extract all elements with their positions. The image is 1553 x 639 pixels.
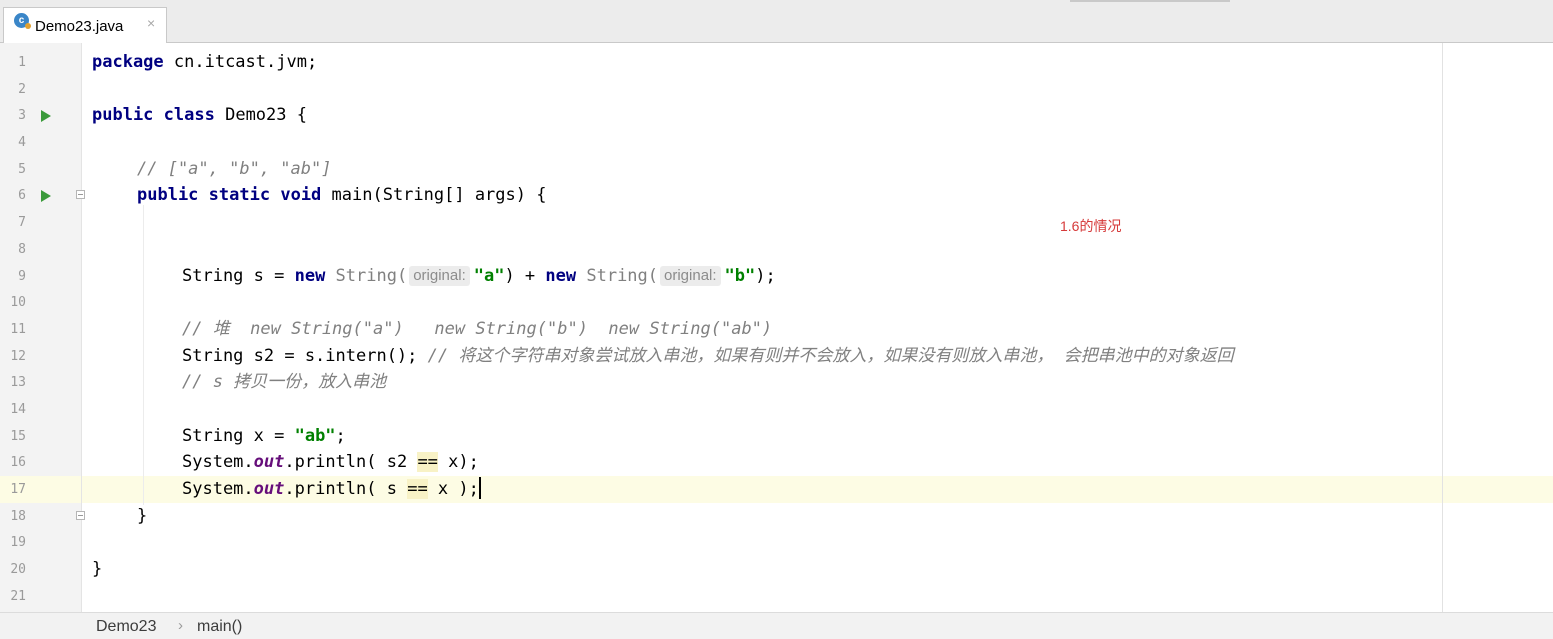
- operator-highlight: ==: [417, 452, 438, 472]
- operator-highlight: ==: [407, 479, 428, 499]
- code-text: String s2 = s.intern();: [182, 346, 428, 366]
- close-icon[interactable]: ×: [147, 15, 155, 31]
- line-number: 8: [18, 242, 26, 257]
- tab-title: Demo23.java: [35, 18, 124, 35]
- code-text: ;: [335, 426, 346, 446]
- code-text: ) +: [504, 266, 546, 286]
- parameter-hint: original:: [660, 266, 721, 286]
- code-comment: // 堆 new String("a") new String("b") new…: [182, 319, 773, 339]
- breadcrumb-separator: ›: [178, 617, 183, 634]
- text-caret: [478, 477, 481, 499]
- code-text: String x =: [182, 426, 295, 446]
- code-text: String(: [576, 266, 659, 286]
- code-line[interactable]: // 堆 new String("a") new String("b") new…: [0, 316, 1553, 343]
- code-comment: // ["a", "b", "ab"]: [137, 159, 332, 179]
- code-line[interactable]: String s = new String(original: "a") + ne…: [0, 263, 1553, 290]
- static-field: out: [253, 479, 285, 499]
- code-line[interactable]: String x = "ab";: [0, 423, 1553, 450]
- code-text: String(: [325, 266, 408, 286]
- java-class-icon: c: [14, 13, 31, 29]
- line-number: 21: [10, 589, 26, 604]
- code-comment: // s 拷贝一份，放入串池: [182, 372, 387, 392]
- code-text: System.: [182, 479, 254, 499]
- keyword: new: [294, 266, 326, 286]
- code-line[interactable]: public class Demo23 {: [0, 102, 1553, 129]
- static-field: out: [253, 452, 285, 472]
- code-editor[interactable]: 1 2 3 4 5 6 7 8 9 10 11 12 13 14 15 16 1…: [0, 43, 1553, 612]
- line-number: 19: [10, 535, 26, 550]
- code-text: System.: [182, 452, 254, 472]
- code-comment: // 将这个字符串对象尝试放入串池，如果有则并不会放入，如果没有则放入串池， 会…: [427, 346, 1234, 366]
- window-edge-line: [1070, 0, 1230, 2]
- code-text: .println( s2: [284, 452, 418, 472]
- java-class-icon-letter: c: [18, 15, 25, 26]
- keyword: public: [92, 105, 154, 125]
- code-text: }: [92, 559, 103, 579]
- code-line[interactable]: System.out.println( s2 == x);: [0, 449, 1553, 476]
- keyword: class: [163, 105, 215, 125]
- code-line[interactable]: String s2 = s.intern(); // 将这个字符串对象尝试放入串…: [0, 343, 1553, 370]
- string-literal: "a": [473, 266, 505, 286]
- editor-tab-bar: c Demo23.java ×: [0, 0, 1553, 43]
- code-line-current[interactable]: System.out.println( s == x );: [0, 476, 1553, 503]
- code-text: .println( s: [284, 479, 408, 499]
- code-text: );: [755, 266, 776, 286]
- code-line[interactable]: }: [0, 556, 1553, 583]
- line-number: 10: [10, 295, 26, 310]
- code-line[interactable]: }: [0, 503, 1553, 530]
- keyword: static: [208, 185, 271, 205]
- code-text: x);: [437, 452, 479, 472]
- code-line[interactable]: package cn.itcast.jvm;: [0, 49, 1553, 76]
- keyword: new: [545, 266, 577, 286]
- line-number: 7: [18, 215, 26, 230]
- code-line[interactable]: // s 拷贝一份，放入串池: [0, 369, 1553, 396]
- code-text: Demo23 {: [214, 105, 307, 125]
- code-text: cn.itcast.jvm;: [163, 52, 318, 72]
- string-literal: "ab": [294, 426, 336, 446]
- keyword: package: [92, 52, 164, 72]
- code-text: }: [137, 506, 148, 526]
- code-line[interactable]: // ["a", "b", "ab"]: [0, 156, 1553, 183]
- breadcrumb-item-method[interactable]: main(): [197, 618, 242, 636]
- breadcrumb-item-class[interactable]: Demo23: [96, 618, 156, 636]
- line-number: 2: [18, 82, 26, 97]
- parameter-hint: original:: [409, 266, 470, 286]
- string-literal: "b": [724, 266, 756, 286]
- code-text: main(String[] args) {: [321, 185, 547, 205]
- annotation-note: 1.6的情况: [1060, 218, 1122, 234]
- tab-demo23-java[interactable]: c Demo23.java ×: [3, 7, 167, 43]
- code-text: String s =: [182, 266, 295, 286]
- breadcrumb: Demo23 › main(): [0, 612, 1553, 639]
- keyword: public: [137, 185, 199, 205]
- line-number: 4: [18, 135, 26, 150]
- code-text: x );: [427, 479, 479, 499]
- line-number: 14: [10, 402, 26, 417]
- keyword: void: [280, 185, 322, 205]
- code-line[interactable]: public static void main(String[] args) {: [0, 182, 1553, 209]
